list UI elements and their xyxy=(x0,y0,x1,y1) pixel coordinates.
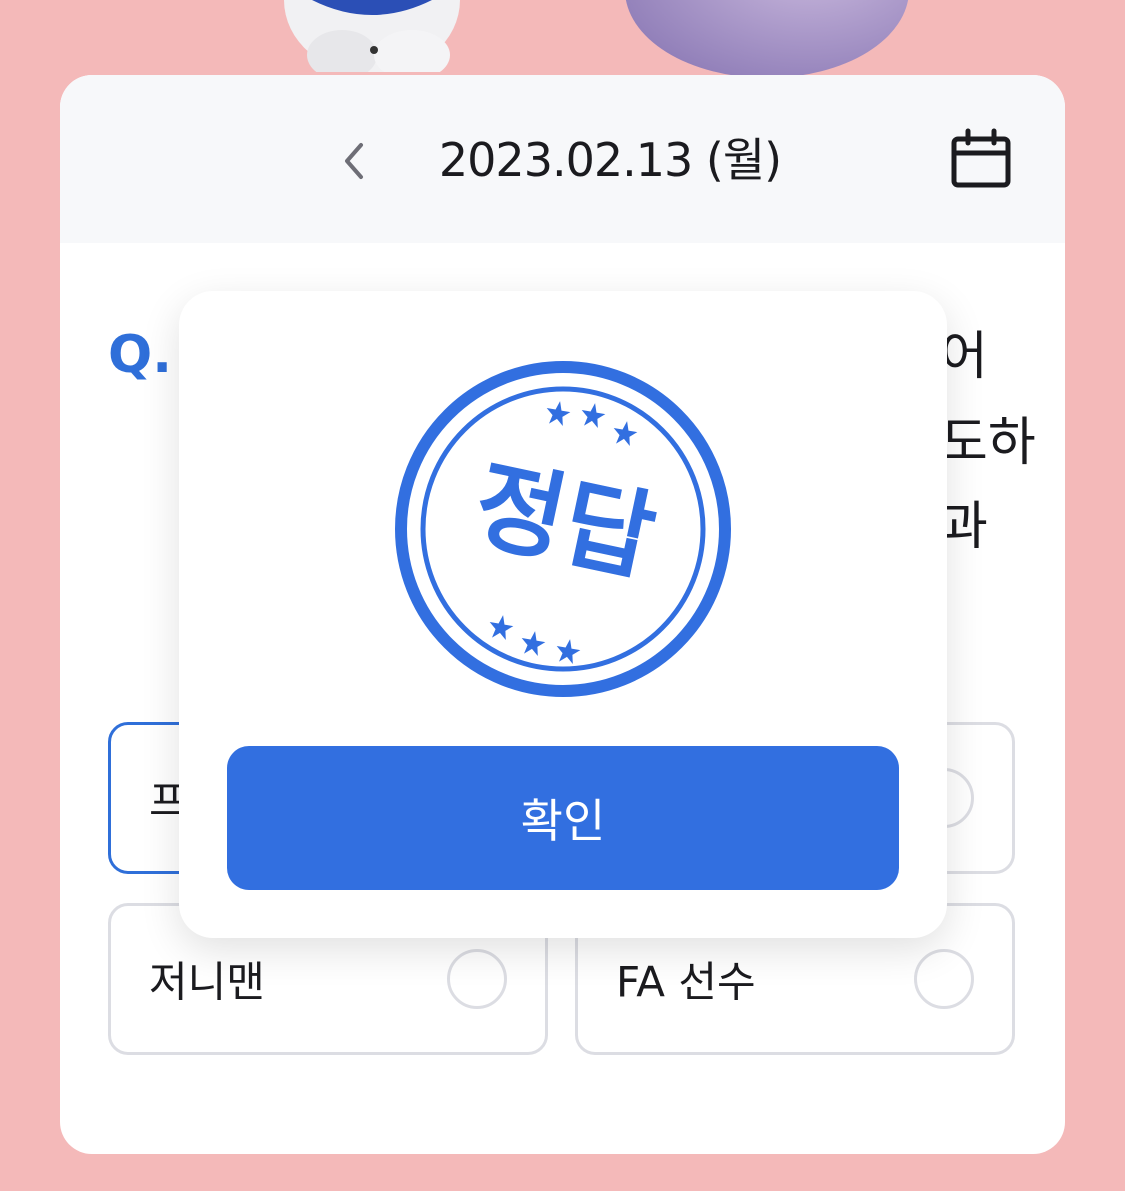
radio-indicator xyxy=(914,949,974,1009)
correct-stamp-icon: 정답 xyxy=(395,361,731,697)
radio-indicator xyxy=(447,949,507,1009)
mascot-white-illustration xyxy=(284,0,460,72)
chevron-left-icon xyxy=(345,143,363,179)
confirm-button[interactable]: 확인 xyxy=(227,746,899,890)
calendar-button[interactable] xyxy=(948,127,1014,193)
prev-date-button[interactable] xyxy=(334,137,374,185)
date-header: 2023.02.13 (월) xyxy=(60,75,1065,243)
question-line-1-tail: 어 xyxy=(940,327,988,387)
question-prefix: Q. xyxy=(108,325,172,385)
question-line-3-tail: 과 xyxy=(940,497,988,557)
mascot-purple-illustration xyxy=(625,0,909,76)
question-line-2-tail: 도하 xyxy=(940,413,1036,473)
date-title: 2023.02.13 (월) xyxy=(438,133,782,187)
option-label: 저니맨 xyxy=(149,957,265,1007)
result-modal: 정답 확인 xyxy=(179,291,947,938)
option-label: FA 선수 xyxy=(616,957,756,1007)
calendar-icon xyxy=(951,128,1011,188)
stamp-text: 정답 xyxy=(464,448,664,597)
stars-top-icon xyxy=(546,401,638,447)
